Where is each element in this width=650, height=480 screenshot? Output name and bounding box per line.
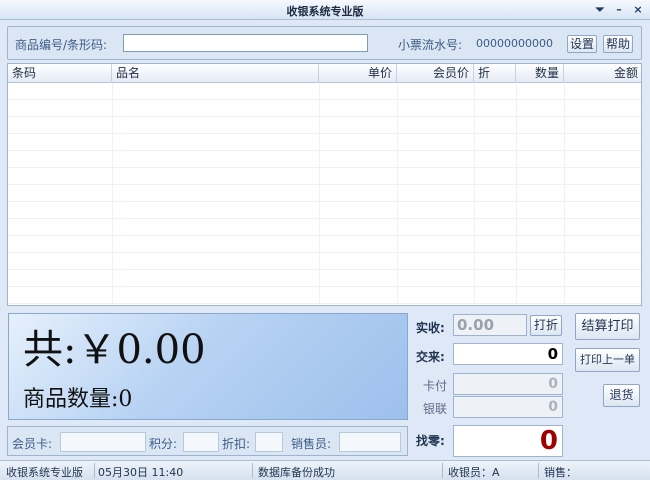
salesperson-label: 销售员: (291, 437, 332, 451)
column-header-discount[interactable]: 折扣% (474, 64, 516, 99)
item-count: 商品数量:0 (23, 387, 133, 412)
total-amount: 共:￥0.00 (23, 327, 206, 373)
received-label: 实收: (416, 321, 445, 335)
items-table[interactable]: 条码 品名 单价 会员价 折扣% 数量 金额 (7, 63, 642, 306)
column-divider (474, 83, 475, 305)
column-divider (319, 83, 320, 305)
return-button[interactable]: 退货 (603, 384, 640, 407)
column-divider (516, 83, 517, 305)
table-body (8, 83, 641, 305)
tendered-input[interactable]: 0 (453, 343, 563, 365)
column-header-name[interactable]: 品名 (112, 64, 319, 83)
change-value: 0 (453, 425, 563, 457)
column-header-barcode[interactable]: 条码 (8, 64, 112, 83)
status-separator (94, 463, 95, 478)
status-cashier: 收银员：A (448, 466, 500, 479)
member-card-label: 会员卡: (12, 437, 53, 451)
status-datetime: 05月30日 11:40 (98, 466, 184, 479)
status-separator (442, 463, 443, 478)
unionpay-label: 银联 (423, 402, 448, 416)
column-divider (397, 83, 398, 305)
member-card-field[interactable] (60, 432, 146, 452)
tendered-label: 交来: (416, 350, 445, 364)
status-message: 数据库备份成功 (258, 466, 335, 479)
member-bar: 会员卡: 积分: 折扣: 销售员: (7, 426, 408, 456)
settings-button[interactable]: 设置 (567, 35, 597, 53)
table-header: 条码 品名 单价 会员价 折扣% 数量 金额 (8, 64, 641, 99)
minimize-icon[interactable]: – (611, 2, 627, 17)
received-field: 0.00 (453, 314, 527, 336)
barcode-label: 商品编号/条形码: (15, 38, 108, 52)
column-header-quantity[interactable]: 数量 (516, 64, 564, 83)
discount-button[interactable]: 打折 (530, 315, 562, 336)
print-last-button[interactable]: 打印上一单 (575, 348, 640, 372)
column-header-amount[interactable]: 金额 (564, 64, 641, 83)
points-label: 积分: (149, 437, 178, 451)
salesperson-field[interactable] (339, 432, 401, 452)
window-title: 收银系统专业版 (286, 5, 364, 18)
column-divider (564, 83, 565, 305)
points-field[interactable] (183, 432, 219, 452)
discount-field[interactable] (255, 432, 283, 452)
discount-label: 折扣: (222, 437, 251, 451)
receipt-serial-label: 小票流水号: (398, 38, 463, 52)
unionpay-field[interactable]: 0 (453, 396, 563, 418)
status-bar: 收银系统专业版 05月30日 11:40 数据库备份成功 收银员：A 销售： (0, 460, 650, 480)
dropdown-icon[interactable]: ⏷ (592, 2, 608, 17)
total-panel: 共:￥0.00 商品数量:0 (8, 313, 408, 420)
status-separator (538, 463, 539, 478)
column-header-price[interactable]: 单价 (319, 64, 397, 83)
change-label: 找零: (416, 434, 445, 448)
card-pay-label: 卡付 (423, 379, 448, 393)
close-icon[interactable]: × (630, 2, 646, 17)
receipt-serial-value: 00000000000 (476, 37, 553, 50)
card-pay-field[interactable]: 0 (453, 373, 563, 395)
column-divider (112, 83, 113, 305)
checkout-print-button[interactable]: 结算打印 (575, 313, 640, 340)
search-bar: 商品编号/条形码: 小票流水号: 00000000000 设置 帮助 (7, 26, 642, 60)
status-sales: 销售： (544, 466, 577, 479)
title-bar: 收银系统专业版 ⏷ – × (0, 0, 650, 20)
help-button[interactable]: 帮助 (603, 35, 633, 53)
column-header-member-price[interactable]: 会员价 (397, 64, 474, 83)
barcode-input[interactable] (123, 34, 368, 52)
status-app-name: 收银系统专业版 (6, 466, 83, 479)
status-separator (252, 463, 253, 478)
